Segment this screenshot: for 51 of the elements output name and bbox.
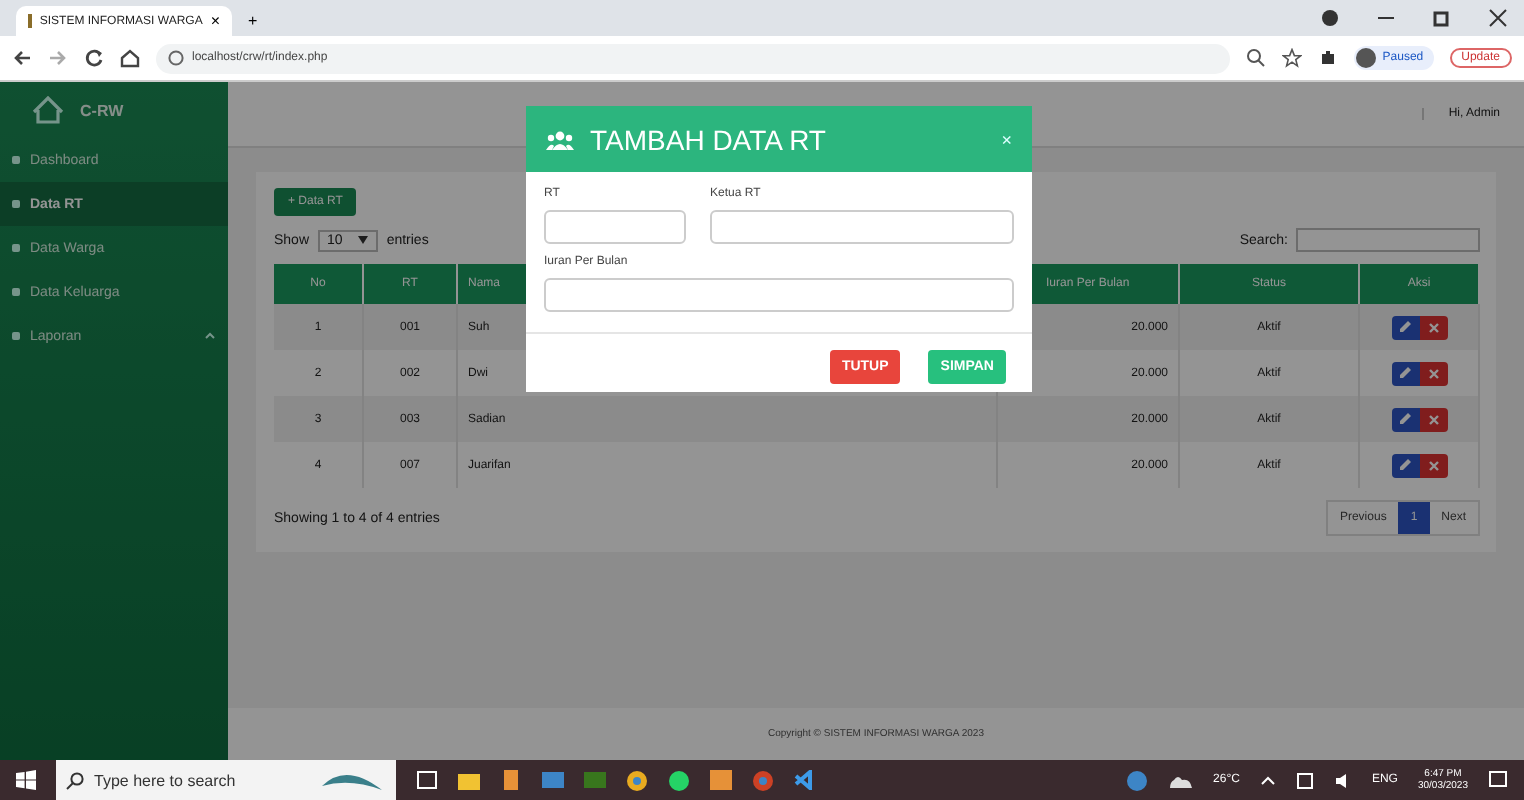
- notification-icon[interactable]: [1488, 770, 1508, 790]
- close-icon: [1427, 321, 1439, 333]
- reload-icon[interactable]: [84, 48, 104, 68]
- delete-button[interactable]: [1419, 453, 1447, 477]
- volume-icon[interactable]: [1333, 771, 1352, 789]
- code-editor-icon[interactable]: [794, 770, 816, 790]
- app-icon[interactable]: [584, 770, 606, 790]
- close-icon: [1427, 459, 1439, 471]
- close-tab-button[interactable]: ×: [210, 13, 220, 29]
- delete-button[interactable]: [1419, 407, 1447, 431]
- edit-icon: [1398, 412, 1412, 426]
- back-icon[interactable]: [12, 48, 32, 68]
- record-icon: [1320, 8, 1340, 28]
- new-tab-button[interactable]: +: [248, 14, 258, 30]
- dropdown-caret-icon: [358, 236, 369, 244]
- taskbar-search-field[interactable]: Type here to search: [56, 760, 396, 800]
- edit-button[interactable]: [1391, 407, 1419, 431]
- search-icon: [66, 771, 84, 789]
- task-view-icon[interactable]: [416, 770, 438, 790]
- folder-icon[interactable]: [458, 770, 480, 790]
- input-field[interactable]: [710, 210, 1014, 244]
- close-icon: [1427, 413, 1439, 425]
- network-icon[interactable]: [1295, 771, 1314, 789]
- star-icon[interactable]: [1282, 48, 1303, 68]
- avatar-icon: [1356, 48, 1377, 68]
- delete-button[interactable]: [1419, 361, 1447, 385]
- edit-button[interactable]: [1391, 453, 1419, 477]
- app-icon[interactable]: [500, 770, 522, 790]
- windows-start-icon[interactable]: [16, 770, 36, 790]
- users-icon: [546, 129, 574, 149]
- brand-name: C-RW: [80, 101, 124, 119]
- chevron-icon: [204, 330, 216, 342]
- close-button[interactable]: ×: [1001, 129, 1012, 149]
- edit-button[interactable]: [1391, 361, 1419, 385]
- zoom-icon[interactable]: [1246, 48, 1267, 68]
- house-logo-icon: [32, 96, 64, 124]
- home-icon[interactable]: [120, 48, 140, 68]
- modal-title: TAMBAH DATA RT: [590, 123, 826, 155]
- edit-icon: [1398, 366, 1412, 380]
- restore-icon[interactable]: [1432, 8, 1452, 28]
- close-icon: [1427, 367, 1439, 379]
- chevron-icon[interactable]: [1259, 774, 1276, 786]
- app-icon[interactable]: [542, 770, 564, 790]
- edit-icon: [1398, 320, 1412, 334]
- edit-button[interactable]: [1391, 315, 1419, 339]
- search-field[interactable]: [1296, 228, 1480, 252]
- input-field[interactable]: [544, 278, 1014, 312]
- delete-button[interactable]: [1419, 315, 1447, 339]
- input-field[interactable]: [544, 210, 686, 244]
- edit-icon: [1398, 458, 1412, 472]
- close-icon[interactable]: [1488, 8, 1508, 28]
